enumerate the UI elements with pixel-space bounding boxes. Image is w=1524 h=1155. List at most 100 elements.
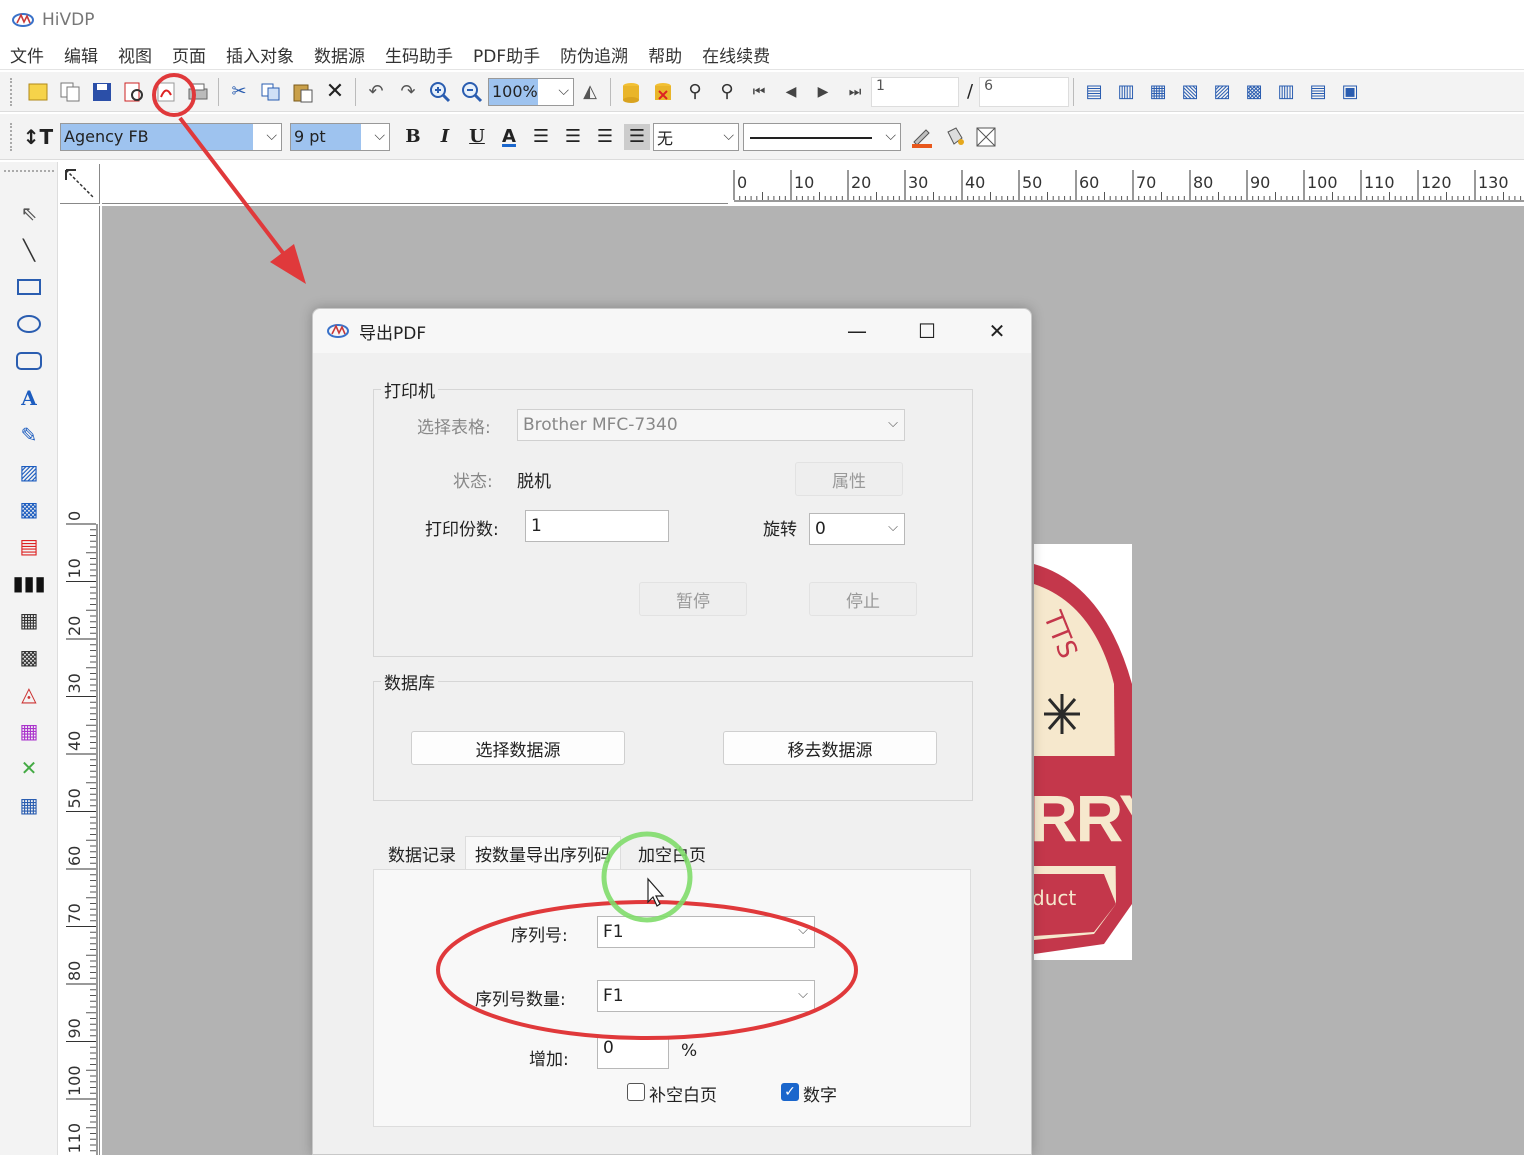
datamatrix-tool-icon[interactable]: ▩ [0, 638, 58, 675]
delete-icon[interactable]: ✕ [322, 79, 348, 105]
zoom-out-icon[interactable] [459, 79, 485, 105]
text-tool-icon[interactable]: A [0, 379, 58, 416]
anti-counterfeit-tool-icon[interactable]: ◬ [0, 675, 58, 712]
select-data-source-button[interactable]: 选择数据源 [411, 731, 625, 765]
rotate-select[interactable]: 0 ⌵ [809, 513, 905, 545]
serial-select[interactable]: F1 ⌵ [597, 916, 815, 948]
maximize-button[interactable]: ☐ [907, 317, 947, 345]
database-remove-icon[interactable] [650, 79, 676, 105]
printer-select[interactable]: Brother MFC-7340 ⌵ [517, 409, 905, 441]
text-justify-icon[interactable]: ☰ [624, 123, 650, 150]
text-align-center-icon[interactable]: ☰ [560, 124, 586, 150]
cut-icon[interactable]: ✂ [226, 79, 252, 105]
zoom-in-icon[interactable] [427, 79, 453, 105]
menu-view[interactable]: 视图 [118, 42, 152, 67]
table-tool-icon[interactable]: ▦ [0, 786, 58, 823]
print-icon[interactable] [185, 79, 211, 105]
menu-code-assistant[interactable]: 生码助手 [385, 42, 453, 67]
next-page-icon[interactable]: ▶ [810, 79, 836, 105]
new-file-icon[interactable] [25, 79, 51, 105]
previous-page-icon[interactable]: ◀ [778, 79, 804, 105]
align-top-icon[interactable]: ▦ [1145, 79, 1171, 105]
menu-pdf-assistant[interactable]: PDF助手 [473, 42, 540, 67]
select-pointer-icon[interactable]: ⇖ [0, 194, 58, 231]
menu-page[interactable]: 页面 [172, 42, 206, 67]
minimize-button[interactable]: — [837, 317, 877, 345]
variable-image-tool-icon[interactable]: ▩ [0, 490, 58, 527]
toolbar-grip[interactable] [10, 122, 14, 151]
properties-button[interactable]: 属性 [795, 462, 903, 496]
undo-icon[interactable]: ↶ [363, 79, 389, 105]
current-page-input[interactable]: 1 [871, 76, 959, 107]
color-code-tool-icon[interactable]: ▦ [0, 712, 58, 749]
zoom-select[interactable]: 100% ⌵ [488, 77, 574, 106]
ellipse-tool-icon[interactable] [0, 305, 58, 342]
ruler-corner[interactable] [60, 164, 100, 204]
align-right-icon[interactable]: ▥ [1113, 79, 1139, 105]
last-page-icon[interactable]: ⏭ [842, 79, 868, 105]
menu-help[interactable]: 帮助 [648, 42, 682, 67]
toolbar-grip[interactable] [10, 77, 14, 106]
rounded-rectangle-tool-icon[interactable] [0, 342, 58, 379]
tab-serial-export[interactable]: 按数量导出序列码 [465, 836, 621, 870]
fill-color-icon[interactable] [941, 124, 967, 150]
close-button[interactable]: ✕ [977, 317, 1017, 345]
line-style-select[interactable]: ⌵ [743, 122, 901, 151]
pdf-tool-icon[interactable]: ▤ [0, 527, 58, 564]
save-icon[interactable] [89, 79, 115, 105]
rich-text-tool-icon[interactable]: ✎ [0, 416, 58, 453]
pause-button[interactable]: 暂停 [639, 582, 747, 616]
align-bottom-icon[interactable]: ▧ [1177, 79, 1203, 105]
distribute-vertical-icon[interactable]: ▤ [1305, 79, 1331, 105]
print-preview-icon[interactable] [121, 79, 147, 105]
align-left-icon[interactable]: ▤ [1081, 79, 1107, 105]
border-style-select[interactable]: 无 ⌵ [653, 122, 739, 151]
line-tool-icon[interactable]: ╲ [0, 231, 58, 268]
same-size-icon[interactable]: ▣ [1337, 79, 1363, 105]
no-fill-icon[interactable] [973, 124, 999, 150]
italic-button[interactable]: I [432, 124, 458, 150]
label-preview[interactable]: TTS RRY duct [1034, 544, 1132, 960]
find-replace-icon[interactable]: ⚲ [714, 79, 740, 105]
copy-icon[interactable] [258, 79, 284, 105]
align-hcenter-icon[interactable]: ▩ [1241, 79, 1267, 105]
menu-anti-counterfeit[interactable]: 防伪追溯 [560, 42, 628, 67]
tab-data-records[interactable]: 数据记录 [377, 836, 467, 870]
distribute-horizontal-icon[interactable]: ▥ [1273, 79, 1299, 105]
first-page-icon[interactable]: ⏮ [746, 79, 772, 105]
database-icon[interactable] [618, 79, 644, 105]
underline-button[interactable]: U [464, 124, 490, 150]
font-name-select[interactable]: Agency FB ⌵ [60, 122, 282, 151]
increase-input[interactable]: 0 [597, 1037, 669, 1069]
font-size-select[interactable]: 9 pt ⌵ [290, 122, 390, 151]
menu-data-source[interactable]: 数据源 [314, 42, 365, 67]
shape-tool-icon[interactable]: ✕ [0, 749, 58, 786]
text-direction-icon[interactable]: ↕T [23, 124, 53, 150]
menu-insert-object[interactable]: 插入对象 [226, 42, 294, 67]
menu-edit[interactable]: 编辑 [64, 42, 98, 67]
bold-button[interactable]: B [400, 124, 426, 150]
copy-page-icon[interactable] [57, 79, 83, 105]
font-color-button[interactable]: A [496, 124, 522, 150]
image-tool-icon[interactable]: ▨ [0, 453, 58, 490]
menu-renew[interactable]: 在线续费 [702, 42, 770, 67]
line-color-icon[interactable] [909, 124, 935, 150]
copies-input[interactable]: 1 [525, 510, 669, 542]
text-align-left-icon[interactable]: ☰ [528, 124, 554, 150]
tab-add-blank-page[interactable]: 加空白页 [627, 836, 717, 870]
number-checkbox[interactable]: ✓ [781, 1083, 799, 1101]
serial-count-select[interactable]: F1 ⌵ [597, 980, 815, 1012]
blank-page-checkbox[interactable] [627, 1083, 645, 1101]
export-pdf-icon[interactable] [153, 79, 179, 105]
remove-data-source-button[interactable]: 移去数据源 [723, 731, 937, 765]
qrcode-tool-icon[interactable]: ▦ [0, 601, 58, 638]
barcode-tool-icon[interactable]: ▮▮▮ [0, 564, 58, 601]
paste-icon[interactable] [290, 79, 316, 105]
fit-page-icon[interactable]: ◭ [577, 79, 603, 105]
find-icon[interactable]: ⚲ [682, 79, 708, 105]
rectangle-tool-icon[interactable] [0, 268, 58, 305]
text-align-right-icon[interactable]: ☰ [592, 124, 618, 150]
redo-icon[interactable]: ↷ [395, 79, 421, 105]
menu-file[interactable]: 文件 [10, 42, 44, 67]
stop-button[interactable]: 停止 [809, 582, 917, 616]
